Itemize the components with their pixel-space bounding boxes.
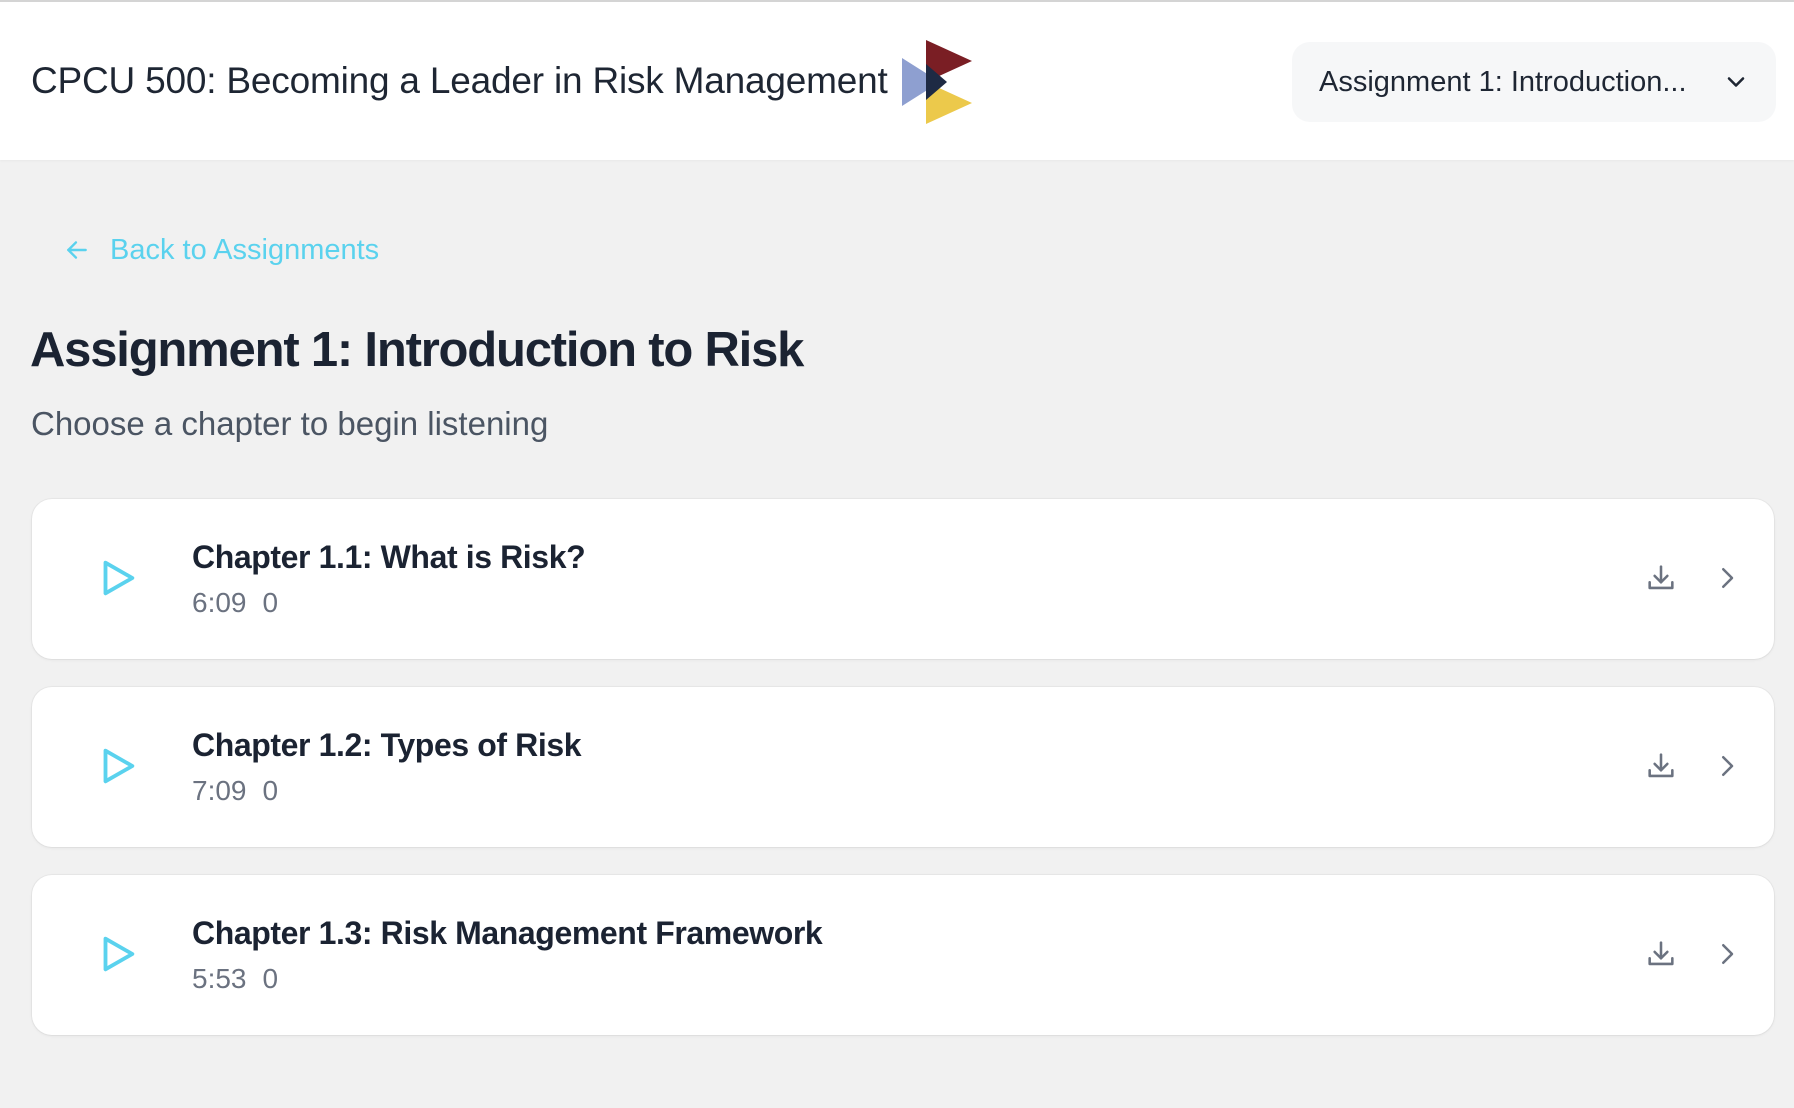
chapter-meta: 5:53 0 [192, 963, 278, 995]
back-to-assignments-link[interactable]: Back to Assignments [64, 230, 379, 270]
chapter-duration: 7:09 [192, 775, 247, 806]
assignment-selector[interactable]: Assignment 1: Introduction... [1292, 42, 1776, 122]
chapter-duration: 6:09 [192, 587, 247, 618]
play-icon[interactable] [94, 931, 140, 977]
play-icon[interactable] [94, 555, 140, 601]
chapter-count: 0 [262, 587, 279, 618]
app-logo [902, 40, 972, 124]
chevron-right-icon[interactable] [1712, 939, 1742, 969]
download-icon[interactable] [1644, 937, 1678, 971]
play-icon[interactable] [94, 743, 140, 789]
download-icon[interactable] [1644, 561, 1678, 595]
chapter-title: Chapter 1.2: Types of Risk [192, 727, 582, 763]
chevron-right-icon[interactable] [1712, 751, 1742, 781]
chapter-card[interactable]: Chapter 1.3: Risk Management Framework 5… [32, 875, 1774, 1035]
chapter-meta: 7:09 0 [192, 775, 278, 807]
back-link-label: Back to Assignments [110, 233, 380, 266]
course-title: CPCU 500: Becoming a Leader in Risk Mana… [31, 60, 888, 101]
chapter-title: Chapter 1.3: Risk Management Framework [192, 915, 823, 951]
chapter-meta: 6:09 0 [192, 587, 278, 619]
chevron-down-icon [1727, 77, 1745, 87]
chapter-title: Chapter 1.1: What is Risk? [192, 539, 586, 575]
chapter-count: 0 [262, 963, 279, 994]
chapter-card[interactable]: Chapter 1.1: What is Risk? 6:09 0 [32, 499, 1774, 659]
download-icon[interactable] [1644, 749, 1678, 783]
chevron-right-icon[interactable] [1712, 563, 1742, 593]
app-header: CPCU 500: Becoming a Leader in Risk Mana… [0, 2, 1794, 160]
chapter-count: 0 [262, 775, 279, 806]
chapter-duration: 5:53 [192, 963, 247, 994]
assignment-selector-value: Assignment 1: Introduction... [1319, 66, 1687, 98]
arrow-left-icon [67, 241, 87, 259]
page-subtitle: Choose a chapter to begin listening [31, 405, 549, 442]
chapter-card[interactable]: Chapter 1.2: Types of Risk 7:09 0 [32, 687, 1774, 847]
page-title: Assignment 1: Introduction to Risk [30, 323, 804, 377]
